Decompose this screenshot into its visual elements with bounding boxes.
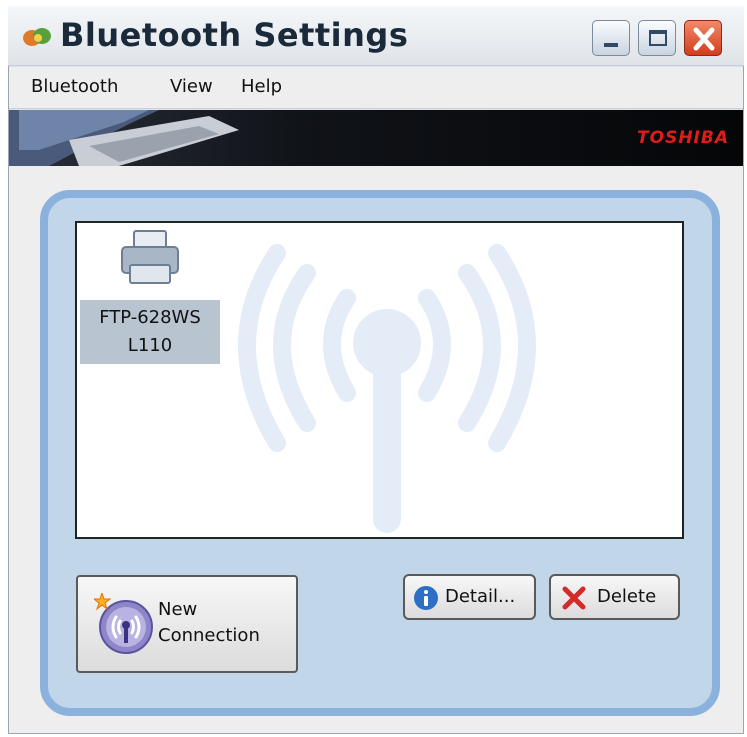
- menu-view[interactable]: View: [170, 76, 213, 97]
- menu-bluetooth[interactable]: Bluetooth: [31, 76, 118, 97]
- new-connection-label: New Connection: [158, 599, 260, 646]
- delete-button[interactable]: Delete: [549, 574, 680, 620]
- menu-bar: Bluetooth View Help: [9, 67, 743, 109]
- device-name-line2: L110: [127, 335, 173, 356]
- minimize-icon: [604, 43, 618, 47]
- device-name: FTP-628WS L110: [80, 300, 220, 364]
- delete-x-icon: [562, 586, 586, 610]
- bluetooth-app-icon: [23, 28, 51, 46]
- maximize-icon: [649, 30, 667, 46]
- toshiba-logo: TOSHIBA: [637, 128, 729, 148]
- maximize-button[interactable]: [638, 20, 676, 56]
- delete-label: Delete: [597, 586, 657, 607]
- device-item[interactable]: FTP-628WS L110: [80, 225, 220, 365]
- close-button[interactable]: [684, 20, 722, 56]
- new-connection-icon: [94, 593, 153, 654]
- detail-label: Detail...: [445, 586, 516, 607]
- title-bar[interactable]: Bluetooth Settings: [8, 6, 744, 66]
- menu-help[interactable]: Help: [241, 76, 282, 97]
- info-icon: [414, 586, 438, 610]
- new-connection-button[interactable]: New Connection: [76, 575, 298, 673]
- minimize-button[interactable]: [592, 20, 630, 56]
- window-title: Bluetooth Settings: [60, 16, 409, 54]
- laptop-graphic: [9, 110, 239, 166]
- bluetooth-signal-watermark-icon: [238, 244, 536, 533]
- printer-icon: [121, 230, 179, 284]
- detail-button[interactable]: Detail...: [403, 574, 536, 620]
- close-icon: [693, 27, 715, 51]
- brand-banner: TOSHIBA: [9, 110, 743, 166]
- device-name-line1: FTP-628WS: [99, 307, 201, 328]
